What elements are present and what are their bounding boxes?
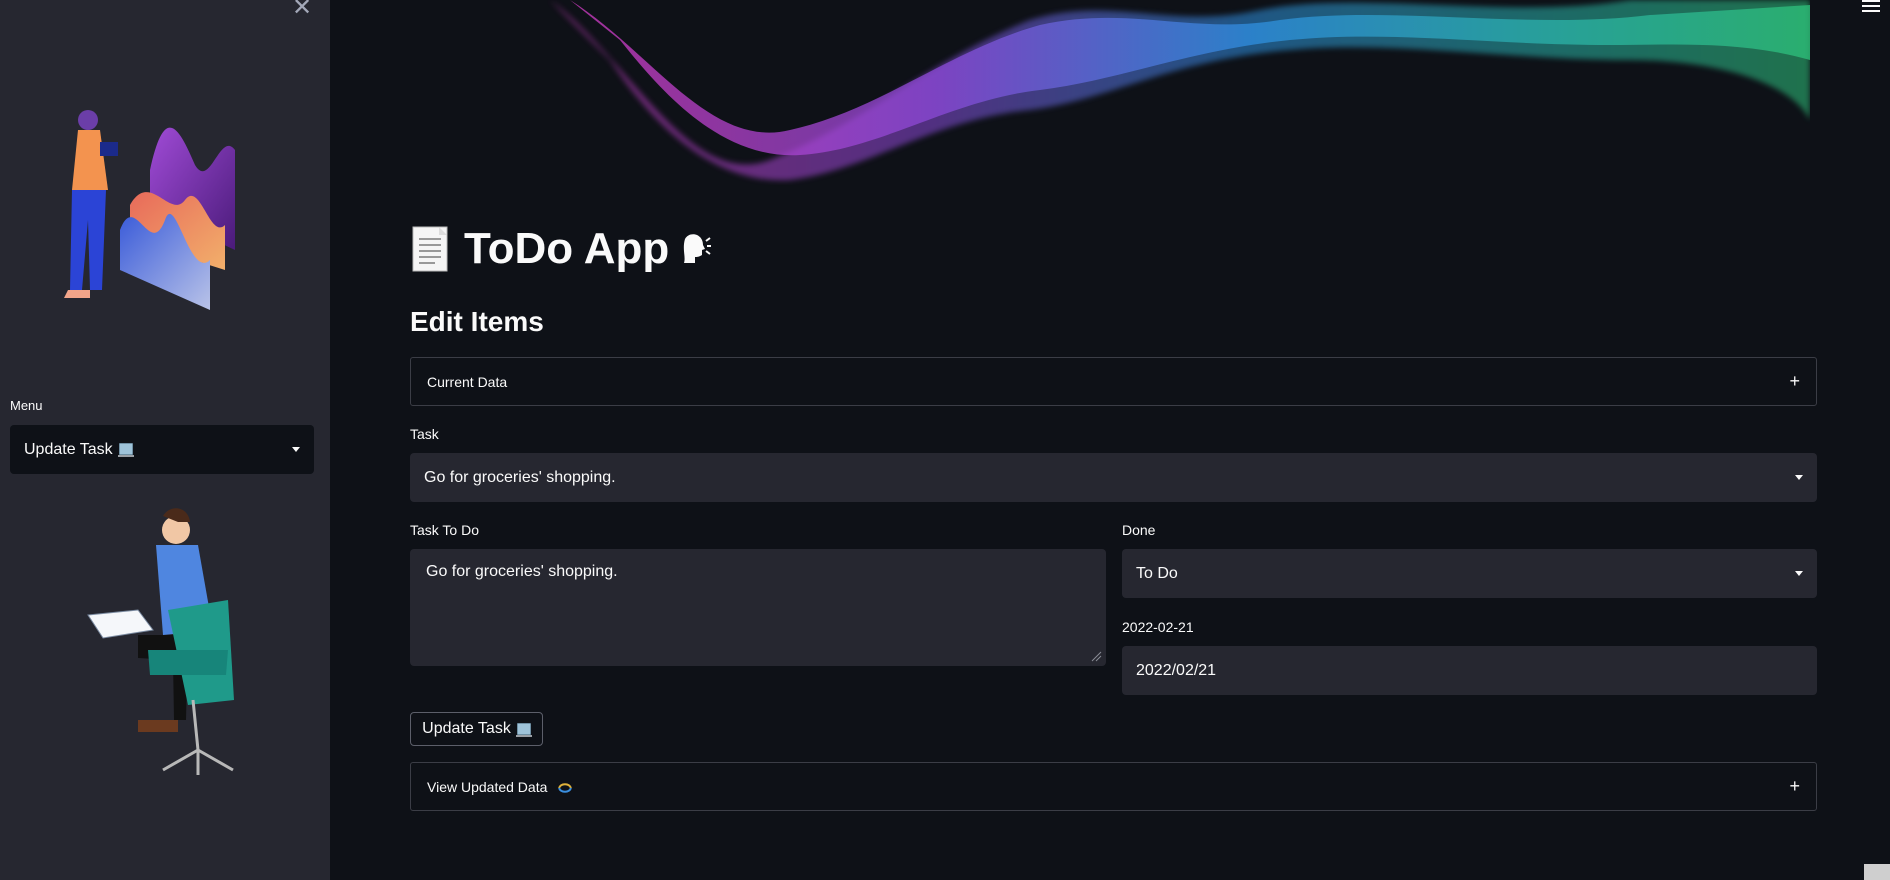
corner-badge [1864, 864, 1890, 880]
done-select[interactable]: To Do [1122, 549, 1817, 598]
menu-label: Menu [10, 398, 43, 413]
person-at-desk-illustration [87, 508, 234, 775]
view-updated-data-label: View Updated Data [427, 778, 548, 795]
menu-select[interactable]: Update Task [10, 425, 314, 474]
laptop-icon [515, 723, 532, 737]
current-data-expander[interactable]: Current Data + [410, 357, 1817, 406]
update-task-button[interactable]: Update Task [410, 712, 543, 746]
update-task-button-label: Update Task [422, 720, 511, 737]
done-label: Done [1122, 522, 1156, 538]
menu-value: Update Task [24, 440, 113, 458]
app-title-text: ToDo App [464, 224, 670, 273]
chevron-down-icon [292, 447, 300, 452]
plus-icon: + [1789, 371, 1800, 391]
task-todo-textarea[interactable]: Go for groceries' shopping. [410, 549, 1106, 666]
plus-icon: + [1789, 776, 1800, 796]
task-select-value: Go for groceries' shopping. [424, 468, 616, 486]
analyst-chart-illustration [64, 110, 235, 310]
date-label: 2022-02-21 [1122, 619, 1194, 635]
document-icon [412, 226, 448, 272]
speaking-head-icon [684, 234, 712, 263]
resize-handle-icon[interactable] [1090, 650, 1102, 662]
chevron-down-icon [1795, 475, 1803, 480]
view-updated-data-expander[interactable]: View Updated Data + [410, 762, 1817, 811]
date-input[interactable]: 2022/02/21 [1122, 646, 1817, 695]
current-data-label: Current Data [427, 373, 508, 390]
task-label: Task [410, 426, 439, 442]
cycle-icon [558, 782, 573, 793]
hamburger-menu-icon[interactable] [1862, 0, 1880, 14]
done-select-value: To Do [1136, 564, 1178, 582]
particle-wave-banner [550, 0, 1810, 181]
chevron-down-icon [1795, 571, 1803, 576]
task-select[interactable]: Go for groceries' shopping. [410, 453, 1817, 502]
section-title: Edit Items [410, 306, 544, 337]
app-title: ToDo App [410, 222, 712, 276]
task-todo-label: Task To Do [410, 522, 479, 538]
laptop-icon [117, 442, 134, 457]
date-input-value: 2022/02/21 [1136, 661, 1217, 679]
sidebar: ✕ Menu Update Task [0, 0, 330, 880]
close-sidebar-icon[interactable]: ✕ [290, 0, 314, 20]
